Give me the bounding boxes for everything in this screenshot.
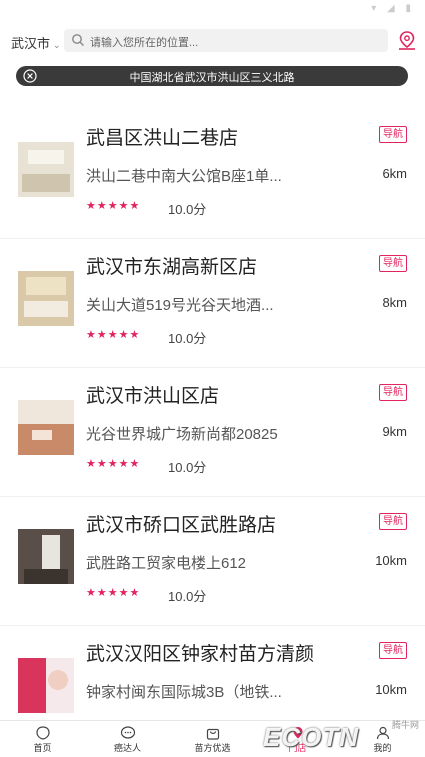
city-selector[interactable]: 武汉市 ⌄ — [11, 33, 61, 52]
store-name: 武汉市洪山区店 — [86, 386, 220, 407]
navigate-button[interactable]: 导航 — [379, 642, 407, 659]
rating-stars: ★★★★★ — [86, 587, 141, 599]
rating-stars: ★★★★★ — [86, 329, 141, 341]
current-address-text: 中国湖北省武汉市洪山区三义北路 — [129, 72, 295, 84]
tab-shop[interactable]: 苗方优选 — [170, 721, 255, 757]
store-item[interactable]: 武汉市东湖高新区店 导航 关山大道519号光谷天地酒... 8km ★★★★★ … — [0, 239, 425, 368]
store-distance: 10km — [375, 682, 407, 697]
store-thumbnail — [18, 271, 74, 326]
rating-stars: ★★★★★ — [86, 458, 141, 470]
city-label: 武汉市 — [11, 36, 51, 51]
top-bar: 武汉市 ⌄ 请输入您所在的位置... — [0, 24, 425, 60]
rating-stars: ★★★★★ — [86, 200, 141, 212]
chat-icon — [120, 726, 135, 739]
watermark-small-text: 腾牛网 — [391, 720, 419, 730]
navigate-button[interactable]: 导航 — [379, 384, 407, 401]
search-icon — [72, 34, 84, 46]
home-icon — [35, 726, 50, 740]
store-address: 钟家村闽东国际城3B（地铁... — [86, 684, 282, 701]
store-list: 武昌区洪山二巷店 导航 洪山二巷中南大公馆B座1单... 6km ★★★★★ 1… — [0, 110, 425, 755]
rating-score: 10.0分 — [168, 331, 207, 346]
store-distance: 10km — [375, 553, 407, 568]
location-pin-icon[interactable] — [397, 30, 417, 52]
current-address-bar[interactable]: 中国湖北省武汉市洪山区三义北路 — [16, 66, 408, 86]
navigate-button[interactable]: 导航 — [379, 126, 407, 143]
tab-label: 癌达人 — [113, 743, 141, 753]
store-name: 武汉市硚口区武胜路店 — [86, 515, 277, 536]
status-bar: ▾ ◢ ▮ — [0, 0, 425, 20]
store-address: 关山大道519号光谷天地酒... — [86, 297, 274, 314]
store-name: 武汉市东湖高新区店 — [86, 257, 258, 278]
store-address: 光谷世界城广场新尚都20825 — [86, 426, 278, 443]
store-thumbnail — [18, 400, 74, 455]
watermark: 腾牛网 ECOTN — [255, 716, 425, 756]
store-name: 武昌区洪山二巷店 — [86, 128, 239, 149]
store-item[interactable]: 武汉市洪山区店 导航 光谷世界城广场新尚都20825 9km ★★★★★ 10.… — [0, 368, 425, 497]
store-distance: 9km — [382, 424, 407, 439]
tab-label: 首页 — [33, 743, 52, 753]
rating-score: 10.0分 — [168, 202, 207, 217]
navigate-button[interactable]: 导航 — [379, 255, 407, 272]
store-thumbnail — [18, 658, 74, 713]
search-input[interactable]: 请输入您所在的位置... — [64, 29, 388, 52]
store-distance: 8km — [382, 295, 407, 310]
store-name: 武汉汉阳区钟家村苗方清颜 — [86, 644, 315, 665]
store-distance: 6km — [382, 166, 407, 181]
tab-label: 苗方优选 — [194, 743, 231, 753]
chevron-down-icon: ⌄ — [53, 40, 61, 50]
tab-home[interactable]: 首页 — [0, 721, 85, 757]
bag-icon — [206, 728, 219, 740]
rating-score: 10.0分 — [168, 460, 207, 475]
search-placeholder: 请输入您所在的位置... — [90, 37, 199, 49]
status-icons: ▾ ◢ ▮ — [371, 3, 415, 14]
store-address: 武胜路工贸家电楼上612 — [86, 555, 247, 572]
store-item[interactable]: 武昌区洪山二巷店 导航 洪山二巷中南大公馆B座1单... 6km ★★★★★ 1… — [0, 110, 425, 239]
rating-score: 10.0分 — [168, 589, 207, 604]
store-thumbnail — [18, 529, 74, 584]
tab-community[interactable]: 癌达人 — [85, 721, 170, 757]
navigate-button[interactable]: 导航 — [379, 513, 407, 530]
store-item[interactable]: 武汉市硚口区武胜路店 导航 武胜路工贸家电楼上612 10km ★★★★★ 10… — [0, 497, 425, 626]
watermark-logo-text: ECOTN — [263, 722, 359, 752]
store-thumbnail — [18, 142, 74, 197]
store-address: 洪山二巷中南大公馆B座1单... — [86, 168, 282, 185]
